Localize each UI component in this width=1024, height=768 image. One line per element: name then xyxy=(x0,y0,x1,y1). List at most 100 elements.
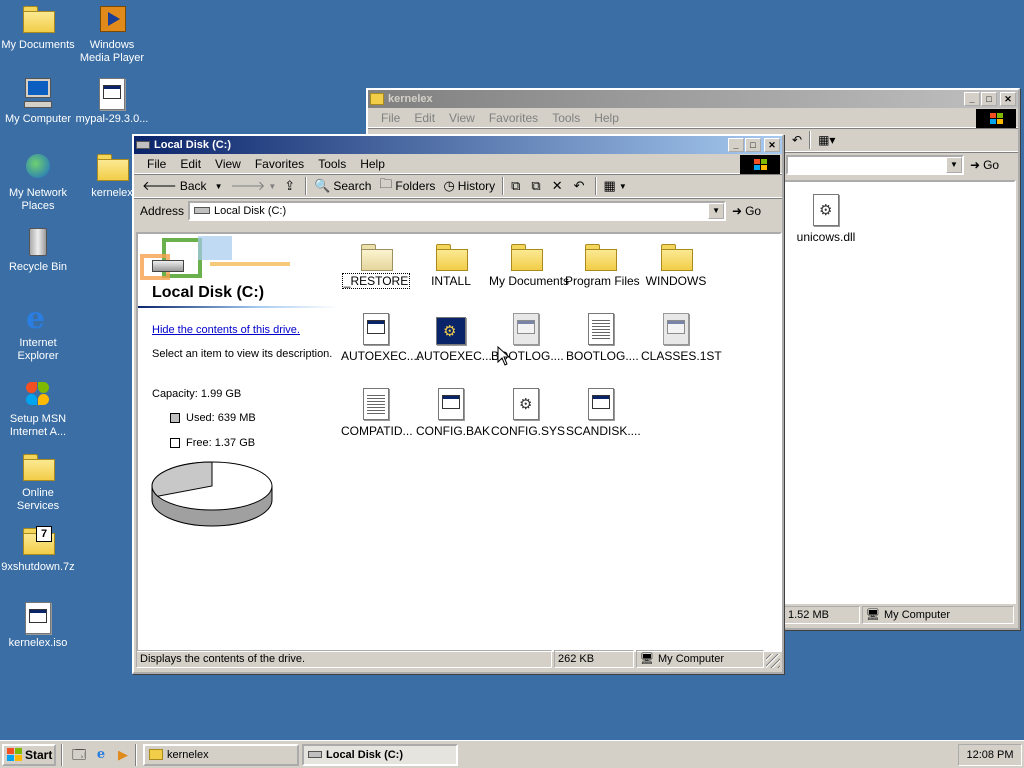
config-file-icon: ⚙ xyxy=(510,386,542,420)
show-desktop-icon[interactable]: 🗔 xyxy=(70,746,88,764)
forward-button[interactable]: 🡒 ▼ xyxy=(226,176,280,196)
desktop-icon-mypal[interactable]: mypal-29.3.0... xyxy=(74,78,150,126)
go-button[interactable]: ➜ Go xyxy=(732,204,761,218)
menu-help[interactable]: Help xyxy=(353,157,392,171)
separator xyxy=(809,131,812,149)
close-button[interactable]: ✕ xyxy=(764,138,780,152)
text-file-icon xyxy=(360,386,392,420)
menu-file[interactable]: File xyxy=(374,111,407,125)
go-arrow-icon: ➜ xyxy=(970,157,981,172)
title-bar[interactable]: Local Disk (C:) _ □ ✕ xyxy=(134,136,782,154)
desktop-icon-recycle-bin[interactable]: Recycle Bin xyxy=(0,226,76,274)
used-legend: Used: 639 MB xyxy=(170,412,256,424)
maximize-button[interactable]: □ xyxy=(745,138,761,152)
file-item[interactable]: SCANDISK.... xyxy=(565,386,641,438)
go-button[interactable]: ➜ Go xyxy=(970,158,999,172)
text-file-icon xyxy=(585,311,617,345)
maximize-button[interactable]: □ xyxy=(981,92,997,106)
menu-view[interactable]: View xyxy=(208,157,248,171)
resize-grip[interactable] xyxy=(766,654,780,668)
file-item[interactable]: CLASSES.1ST xyxy=(640,311,722,363)
desktop-icon-9xshutdown[interactable]: 7 9xshutdown.7z xyxy=(0,526,76,574)
views-button[interactable]: ▦ ▼ xyxy=(600,176,631,196)
back-button[interactable]: 🡐 Back ▼ xyxy=(138,176,226,196)
file-item[interactable]: COMPATID... xyxy=(340,386,413,438)
drive-banner-icon xyxy=(140,236,290,282)
ie-icon[interactable]: e xyxy=(92,746,110,764)
go-arrow-icon: ➜ xyxy=(732,203,743,218)
menu-favorites[interactable]: Favorites xyxy=(248,157,311,171)
file-item[interactable]: AUTOEXEC.... xyxy=(340,311,420,363)
media-player-icon[interactable]: ▶ xyxy=(114,746,132,764)
file-item[interactable]: INTALL xyxy=(415,236,487,288)
desktop-icon-my-computer[interactable]: My Computer xyxy=(0,78,76,126)
desktop-icon-internet-explorer[interactable]: e Internet Explorer xyxy=(0,302,76,363)
item-description: Select an item to view its description. xyxy=(152,348,333,360)
up-folder-button[interactable]: ⇪ xyxy=(280,176,302,196)
file-item[interactable]: ⚙ AUTOEXEC.... xyxy=(415,311,495,363)
folder-icon xyxy=(510,236,543,271)
search-button[interactable]: 🔍 Search xyxy=(310,176,375,196)
document-icon xyxy=(360,311,392,345)
folder-view[interactable]: Local Disk (C:) Hide the contents of thi… xyxy=(136,232,782,652)
menu-help[interactable]: Help xyxy=(587,111,626,125)
file-item[interactable]: _RESTORE xyxy=(340,236,412,289)
start-button[interactable]: Start xyxy=(2,743,56,766)
folder-icon xyxy=(370,93,384,105)
close-button[interactable]: ✕ xyxy=(1000,92,1016,106)
hide-contents-link[interactable]: Hide the contents of this drive. xyxy=(152,324,300,336)
capacity-text: Capacity: 1.99 GB xyxy=(152,388,242,400)
folder-icon xyxy=(96,152,129,184)
menu-tools[interactable]: Tools xyxy=(545,111,587,125)
archive-icon: 7 xyxy=(22,526,55,558)
minimize-button[interactable]: _ xyxy=(728,138,744,152)
menu-edit[interactable]: Edit xyxy=(173,157,208,171)
drive-title: Local Disk (C:) xyxy=(152,284,265,301)
windows-logo-icon xyxy=(740,155,780,174)
file-item[interactable]: WINDOWS xyxy=(640,236,712,288)
desktop-icon-network[interactable]: My Network Places xyxy=(0,152,76,213)
chevron-down-icon: ▼ xyxy=(268,181,277,191)
file-item[interactable]: Program Files xyxy=(564,236,640,288)
menu-view[interactable]: View xyxy=(442,111,482,125)
desktop-icon-my-documents[interactable]: My Documents xyxy=(0,4,76,52)
move-to-button[interactable]: ⧉ xyxy=(507,176,527,196)
undo-icon[interactable]: ↶ xyxy=(788,130,806,150)
taskbar-button-kernelex[interactable]: kernelex xyxy=(143,743,299,766)
address-input[interactable]: ▼ xyxy=(786,154,964,175)
copy-to-icon: ⧉ xyxy=(531,178,541,193)
title-bar[interactable]: kernelex _ □ ✕ xyxy=(368,90,1018,108)
system-tray-clock[interactable]: 12:08 PM xyxy=(958,744,1022,766)
chevron-down-icon[interactable]: ▼ xyxy=(708,202,725,219)
media-player-icon xyxy=(96,4,128,36)
mouse-cursor-icon xyxy=(497,346,511,366)
folder-icon xyxy=(584,236,617,271)
views-icon[interactable]: ▦▾ xyxy=(814,130,839,150)
menu-favorites[interactable]: Favorites xyxy=(482,111,545,125)
file-item[interactable]: CONFIG.BAK xyxy=(415,386,490,438)
chevron-down-icon[interactable]: ▼ xyxy=(946,156,962,173)
minimize-button[interactable]: _ xyxy=(964,92,980,106)
menu-bar: File Edit View Favorites Tools Help xyxy=(134,154,782,174)
address-input[interactable]: Local Disk (C:) ▼ xyxy=(188,200,727,221)
undo-button[interactable]: ↶ xyxy=(570,176,592,196)
file-item[interactable]: My Documents xyxy=(488,236,569,288)
status-text: Displays the contents of the drive. xyxy=(136,650,552,668)
history-button[interactable]: ◷ History xyxy=(439,176,499,196)
status-size: 262 KB xyxy=(554,650,634,668)
copy-to-button[interactable]: ⧉ xyxy=(527,176,547,196)
file-item[interactable]: BOOTLOG.... xyxy=(565,311,639,363)
window-local-disk[interactable]: Local Disk (C:) _ □ ✕ File Edit View Fav… xyxy=(132,134,784,674)
file-item[interactable]: ⚙ unicows.dll xyxy=(790,192,862,244)
desktop-icon-media-player[interactable]: Windows Media Player xyxy=(74,4,150,65)
taskbar-button-local-disk[interactable]: Local Disk (C:) xyxy=(302,743,458,766)
menu-file[interactable]: File xyxy=(140,157,173,171)
menu-tools[interactable]: Tools xyxy=(311,157,353,171)
desktop-icon-online-services[interactable]: Online Services xyxy=(0,452,76,513)
desktop-icon-kernelex-iso[interactable]: kernelex.iso xyxy=(0,602,76,650)
file-item[interactable]: ⚙ CONFIG.SYS xyxy=(490,386,565,438)
folders-button[interactable]: 🗀 Folders xyxy=(375,176,439,196)
desktop-icon-msn[interactable]: Setup MSN Internet A... xyxy=(0,378,76,439)
delete-button[interactable]: ✕ xyxy=(548,176,570,196)
menu-edit[interactable]: Edit xyxy=(407,111,442,125)
